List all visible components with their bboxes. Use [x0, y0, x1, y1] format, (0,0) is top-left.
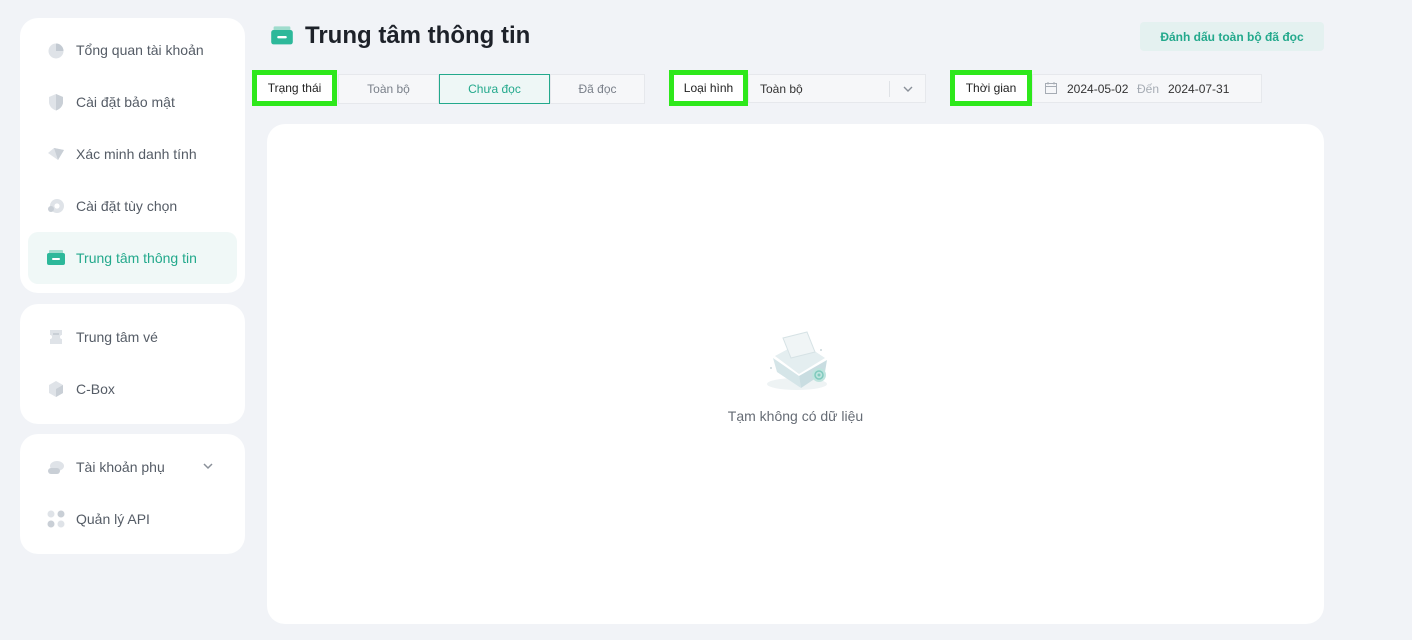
date-range-picker[interactable]: 2024-05-02 Đến 2024-07-31 — [1032, 74, 1262, 103]
type-filter-label: Loại hình — [669, 70, 748, 106]
sidebar-item-label: Quản lý API — [76, 511, 150, 527]
empty-state-text: Tạm không có dữ liệu — [727, 408, 864, 424]
status-option-read[interactable]: Đã đọc — [550, 74, 645, 104]
sidebar-item-label: Tài khoản phụ — [76, 459, 165, 475]
start-date-input[interactable]: 2024-05-02 — [1067, 82, 1128, 96]
status-filter-label: Trạng thái — [252, 70, 337, 106]
cube-icon — [46, 379, 66, 399]
date-range-separator: Đến — [1137, 82, 1160, 96]
sidebar-item-account-overview[interactable]: Tổng quan tài khoản — [28, 24, 237, 76]
chevron-down-icon[interactable] — [201, 459, 215, 473]
mark-all-read-button[interactable]: Đánh dấu toàn bộ đã đọc — [1140, 22, 1324, 51]
sidebar-card-support: Trung tâm vé C-Box — [20, 304, 245, 424]
sidebar-item-api-management[interactable]: Quản lý API — [28, 493, 237, 545]
shield-icon — [46, 92, 66, 112]
sidebar-item-security-settings[interactable]: Cài đặt bảo mật — [28, 76, 237, 128]
calendar-icon — [1045, 82, 1057, 94]
message-box-icon — [46, 248, 66, 268]
page-header: Trung tâm thông tin — [270, 22, 530, 50]
sidebar-item-label: C-Box — [76, 381, 115, 397]
page-title: Trung tâm thông tin — [305, 22, 531, 49]
type-select[interactable]: Toàn bộ — [748, 74, 926, 103]
api-icon — [46, 509, 66, 529]
message-list-panel: Tạm không có dữ liệu — [267, 124, 1324, 624]
diamond-id-icon — [46, 144, 66, 164]
sidebar-item-information-center[interactable]: Trung tâm thông tin — [28, 232, 237, 284]
status-option-unread[interactable]: Chưa đọc — [439, 74, 550, 104]
sidebar-item-label: Tổng quan tài khoản — [76, 42, 204, 58]
pie-chart-icon — [46, 40, 66, 60]
sidebar-item-identity-verification[interactable]: Xác minh danh tính — [28, 128, 237, 180]
sidebar-item-label: Xác minh danh tính — [76, 146, 197, 162]
sub-account-icon — [46, 457, 66, 477]
sidebar-card-advanced: Tài khoản phụ Quản lý API — [20, 434, 245, 554]
sidebar-item-ticket-center[interactable]: Trung tâm vé — [28, 311, 237, 363]
gear-icon — [46, 196, 66, 216]
message-box-icon — [271, 26, 293, 45]
status-option-all[interactable]: Toàn bộ — [338, 74, 439, 104]
ticket-icon — [46, 327, 66, 347]
sidebar-item-preference-settings[interactable]: Cài đặt tùy chọn — [28, 180, 237, 232]
sidebar-item-label: Trung tâm vé — [76, 329, 158, 345]
type-select-value: Toàn bộ — [760, 82, 803, 96]
time-filter-label: Thời gian — [950, 70, 1032, 106]
chevron-down-icon — [903, 86, 913, 92]
sidebar-item-c-box[interactable]: C-Box — [28, 363, 237, 415]
empty-state-icon — [767, 331, 827, 390]
sidebar-card-account: Tổng quan tài khoản Cài đặt bảo mật Xác … — [20, 18, 245, 293]
sidebar-item-label: Cài đặt tùy chọn — [76, 198, 178, 214]
select-divider — [889, 81, 890, 97]
sidebar-item-label: Trung tâm thông tin — [76, 250, 197, 266]
sidebar-item-label: Cài đặt bảo mật — [76, 94, 175, 110]
end-date-input[interactable]: 2024-07-31 — [1168, 82, 1229, 96]
sidebar-item-sub-account[interactable]: Tài khoản phụ — [28, 441, 237, 493]
